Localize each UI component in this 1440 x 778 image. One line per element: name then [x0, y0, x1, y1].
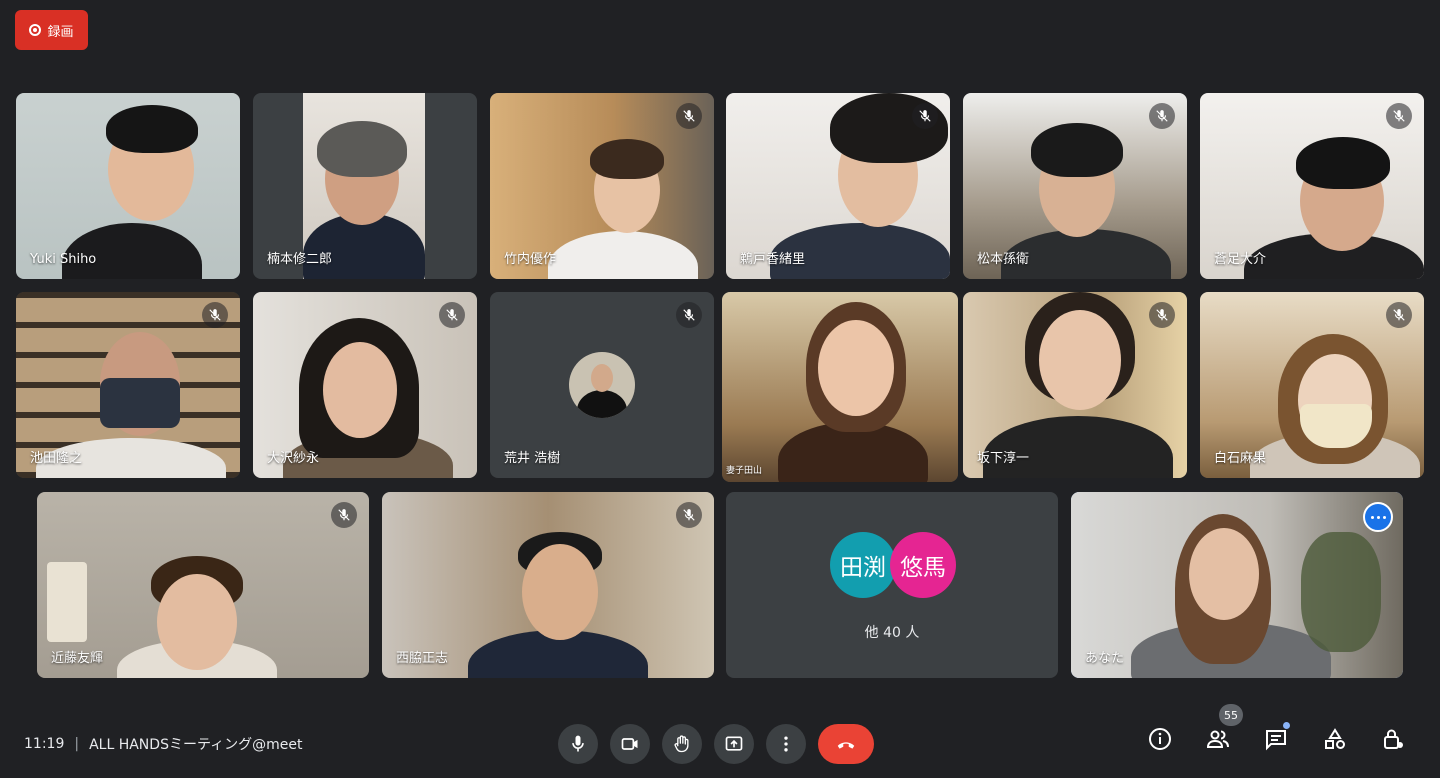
participant-name: 白石麻果: [1214, 451, 1267, 466]
participant-tile[interactable]: Yuki Shiho: [16, 93, 240, 279]
others-avatar-2: 悠馬: [890, 532, 956, 598]
raise-hand-button[interactable]: [662, 724, 702, 764]
participant-tile[interactable]: 西脇正志: [382, 492, 714, 678]
participant-name: 近藤友輝: [51, 651, 104, 666]
muted-icon: [331, 502, 357, 528]
hang-up-icon: [837, 742, 855, 749]
hand-icon: [674, 735, 689, 753]
participant-name: 大沢紗永: [267, 451, 320, 466]
others-avatar-1: 田渕: [830, 532, 896, 598]
record-icon: [29, 24, 42, 36]
muted-icon: [1386, 302, 1412, 328]
people-button[interactable]: [1203, 724, 1233, 754]
muted-icon: [676, 103, 702, 129]
participant-caption: 妻子田山: [726, 466, 763, 476]
camera-icon: [621, 738, 638, 750]
people-count-badge: 55: [1219, 704, 1243, 726]
muted-icon: [676, 302, 702, 328]
activities-button[interactable]: [1320, 724, 1350, 754]
participant-name: 竹内優作: [504, 252, 557, 267]
muted-icon: [1149, 302, 1175, 328]
participant-tile[interactable]: 坂下淳一: [963, 292, 1187, 478]
separator: |: [74, 736, 80, 752]
participant-tile[interactable]: 近藤友輝: [37, 492, 369, 678]
participant-tile[interactable]: 池田隆之: [16, 292, 240, 478]
info-icon: [1149, 728, 1171, 750]
present-screen-icon: [725, 736, 743, 751]
participant-name: 蒼足大介: [1214, 252, 1267, 267]
participant-name: 西脇正志: [396, 651, 449, 666]
participant-tile[interactable]: 鵜戸香緒里: [726, 93, 950, 279]
self-tile[interactable]: あなた: [1071, 492, 1403, 678]
meeting-details-button[interactable]: [1145, 724, 1175, 754]
participant-tile[interactable]: 白石麻果: [1200, 292, 1424, 478]
more-vert-icon: [784, 736, 788, 752]
recording-indicator[interactable]: 録画: [15, 10, 88, 50]
chat-notification-dot: [1283, 722, 1290, 729]
muted-icon: [1149, 103, 1175, 129]
end-call-button[interactable]: [818, 724, 874, 764]
meeting-title: ALL HANDSミーティング@meet: [89, 737, 303, 753]
participant-tile[interactable]: 大沢紗永: [253, 292, 477, 478]
meeting-info: 11:19 | ALL HANDSミーティング@meet: [24, 734, 302, 754]
participant-name: 楠本修二郎: [267, 252, 333, 267]
video-feed: [722, 292, 958, 482]
recording-label: 録画: [47, 24, 74, 40]
participant-tile[interactable]: 蒼足大介: [1200, 93, 1424, 279]
participant-name: 鵜戸香緒里: [740, 252, 806, 267]
camera-button[interactable]: [610, 724, 650, 764]
muted-icon: [912, 103, 938, 129]
muted-icon: [676, 502, 702, 528]
chat-icon: [1266, 730, 1286, 751]
present-button[interactable]: [714, 724, 754, 764]
people-icon: [1206, 730, 1229, 748]
mic-button[interactable]: [558, 724, 598, 764]
participant-tile[interactable]: 松本孫衛: [963, 93, 1187, 279]
participant-name: あなた: [1085, 651, 1125, 666]
participant-name: 荒井 浩樹: [504, 451, 561, 466]
host-controls-button[interactable]: [1378, 724, 1408, 754]
participant-tile[interactable]: 竹内優作: [490, 93, 714, 279]
others-count-label: 他 40 人: [864, 625, 920, 641]
activities-icon: [1325, 728, 1345, 749]
participant-name: 松本孫衛: [977, 252, 1030, 267]
mic-icon: [572, 735, 584, 752]
others-tile[interactable]: 田渕 悠馬 他 40 人: [726, 492, 1058, 678]
more-options-icon[interactable]: [1363, 502, 1393, 532]
avatar: [569, 352, 635, 418]
participant-tile[interactable]: 妻子田山: [722, 292, 958, 482]
participant-name: Yuki Shiho: [30, 252, 97, 267]
clock: 11:19: [24, 736, 65, 752]
participant-name: 坂下淳一: [977, 451, 1030, 466]
muted-icon: [202, 302, 228, 328]
muted-icon: [1386, 103, 1412, 129]
participant-tile[interactable]: 楠本修二郎: [253, 93, 477, 279]
more-options-button[interactable]: [766, 724, 806, 764]
muted-icon: [439, 302, 465, 328]
participant-name: 池田隆之: [30, 451, 83, 466]
participant-tile[interactable]: 荒井 浩樹: [490, 292, 714, 478]
lock-person-icon: [1384, 729, 1403, 749]
